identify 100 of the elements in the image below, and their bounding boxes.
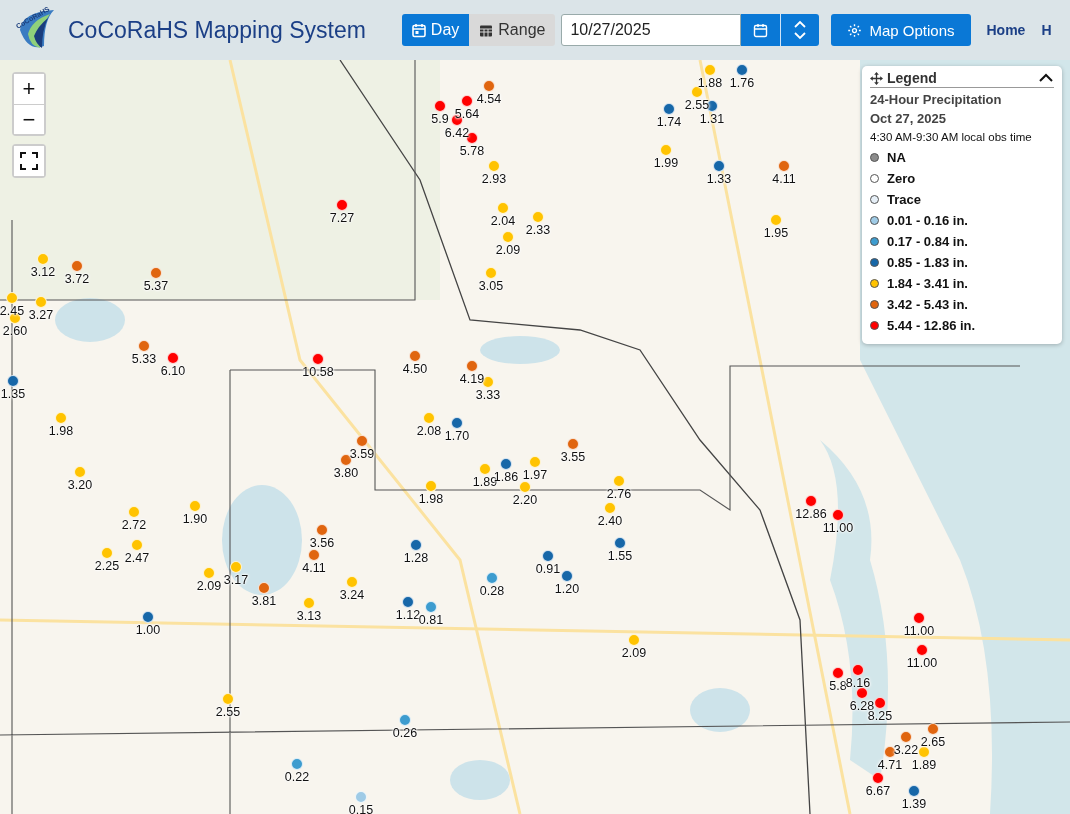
legend-label: 5.44 - 12.86 in. (887, 318, 976, 333)
precipitation-value: 11.00 (822, 521, 854, 535)
precipitation-value: 3.24 (339, 588, 365, 602)
chevrons-icon (793, 19, 808, 41)
legend-label: 0.85 - 1.83 in. (887, 255, 968, 270)
precipitation-value: 2.09 (495, 243, 521, 257)
precipitation-value: 5.8 (829, 679, 847, 693)
obs-time: 4:30 AM-9:30 AM local obs time (870, 131, 1033, 143)
precipitation-value: 2.33 (525, 223, 551, 237)
precipitation-value: 4.50 (402, 362, 428, 376)
precipitation-value: 3.81 (251, 594, 277, 608)
precipitation-value: 3.05 (478, 279, 504, 293)
calendar-icon (753, 22, 769, 38)
fullscreen-button[interactable] (12, 144, 46, 178)
mode-tab[interactable]: Day (401, 14, 470, 46)
precipitation-value: 3.59 (349, 447, 375, 461)
precipitation-value: 2.09 (621, 646, 647, 660)
precipitation-value: 2.20 (512, 493, 538, 507)
precipitation-value: 6.10 (160, 364, 186, 378)
calendar-icon (411, 22, 426, 38)
precipitation-value: 2.60 (2, 324, 28, 338)
station-marker[interactable] (691, 86, 703, 98)
precipitation-value: 1.90 (182, 512, 208, 526)
precipitation-value: 4.11 (772, 172, 796, 186)
precipitation-value: 5.33 (131, 352, 157, 366)
precipitation-value: 3.80 (333, 466, 359, 480)
precipitation-value: 1.00 (135, 623, 161, 637)
precipitation-value: 1.39 (901, 797, 927, 811)
precipitation-value: 2.72 (121, 518, 147, 532)
precipitation-value: 1.35 (0, 387, 26, 401)
precipitation-value: 12.86 (795, 507, 827, 521)
precipitation-value: 2.09 (196, 579, 222, 593)
precipitation-value: 3.56 (309, 536, 335, 550)
nav-link[interactable]: Home (986, 22, 1026, 38)
precipitation-value: 0.81 (418, 613, 444, 627)
precipitation-value: 11.00 (903, 624, 935, 638)
precipitation-value: 1.89 (911, 758, 937, 772)
collapse-icon[interactable] (1038, 73, 1054, 83)
station-marker[interactable] (519, 481, 531, 493)
precipitation-value: 3.72 (64, 272, 90, 286)
precipitation-value: 7.27 (329, 211, 355, 225)
precipitation-value: 5.64 (454, 107, 480, 121)
calendar-button[interactable] (741, 14, 781, 46)
station-marker[interactable] (308, 549, 320, 561)
app-title: CoCoRaHS Mapping System (68, 16, 366, 44)
legend-label: 0.17 - 0.84 in. (887, 234, 968, 249)
station-marker[interactable] (561, 570, 573, 582)
precipitation-value: 2.55 (684, 98, 710, 112)
precipitation-value: 3.13 (296, 609, 322, 623)
legend-label: 0.01 - 0.16 in. (887, 213, 968, 228)
mode-tab[interactable]: Range (469, 14, 556, 46)
precipitation-value: 2.45 (0, 304, 25, 318)
precipitation-value: 0.26 (392, 726, 418, 740)
precipitation-value: 0.22 (284, 770, 310, 784)
precipitation-value: 1.33 (706, 172, 732, 186)
date-stepper-button[interactable] (780, 14, 820, 46)
gear-icon (847, 22, 863, 38)
precipitation-value: 1.20 (554, 582, 580, 596)
precipitation-value: 1.76 (729, 76, 755, 90)
precipitation-value: 2.40 (597, 514, 623, 528)
precipitation-value: 2.65 (920, 735, 946, 749)
precipitation-value: 5.37 (143, 279, 169, 293)
precipitation-value: 0.15 (348, 803, 374, 814)
precipitation-value: 6.67 (865, 784, 891, 798)
legend-label: Zero (887, 171, 916, 186)
precipitation-value: 1.31 (699, 112, 725, 126)
station-marker[interactable] (340, 454, 352, 466)
precipitation-value: 2.08 (416, 424, 442, 438)
zoom-out-button[interactable]: − (14, 104, 44, 134)
precipitation-value: 3.27 (28, 308, 54, 322)
precipitation-value: 3.55 (560, 450, 586, 464)
map-options-button[interactable]: Map Options (831, 14, 971, 46)
precipitation-value: 1.55 (607, 549, 633, 563)
legend-date: Oct 27, 2025 (870, 111, 947, 126)
precipitation-value: 5.78 (459, 144, 485, 158)
legend-label: Trace (887, 192, 921, 207)
precipitation-value: 3.20 (67, 478, 93, 492)
precipitation-value: 1.70 (444, 429, 470, 443)
precipitation-value: 2.04 (490, 214, 516, 228)
precipitation-value: 4.54 (476, 92, 502, 106)
precipitation-value: 3.33 (475, 388, 501, 402)
move-icon[interactable] (870, 71, 883, 85)
legend-title: Legend (887, 70, 938, 86)
precipitation-value: 4.71 (877, 758, 903, 772)
precipitation-value: 5.9 (431, 112, 449, 126)
precipitation-value: 2.76 (606, 487, 632, 501)
precipitation-value: 4.19 (459, 372, 485, 386)
station-marker[interactable] (874, 697, 886, 709)
precipitation-value: 10.58 (302, 365, 334, 379)
nav-link[interactable]: H (1041, 22, 1052, 38)
precipitation-value: 2.55 (215, 705, 241, 719)
precipitation-value: 11.00 (906, 656, 938, 670)
precipitation-value: 1.95 (763, 226, 789, 240)
precipitation-value: 1.99 (653, 156, 679, 170)
legend-label: 3.42 - 5.43 in. (887, 297, 968, 312)
date-field[interactable]: 10/27/2025 (561, 14, 742, 46)
precipitation-value: 2.93 (481, 172, 507, 186)
precipitation-value: 2.47 (124, 551, 150, 565)
station-marker[interactable] (872, 772, 884, 784)
precipitation-value: 3.22 (893, 743, 919, 757)
